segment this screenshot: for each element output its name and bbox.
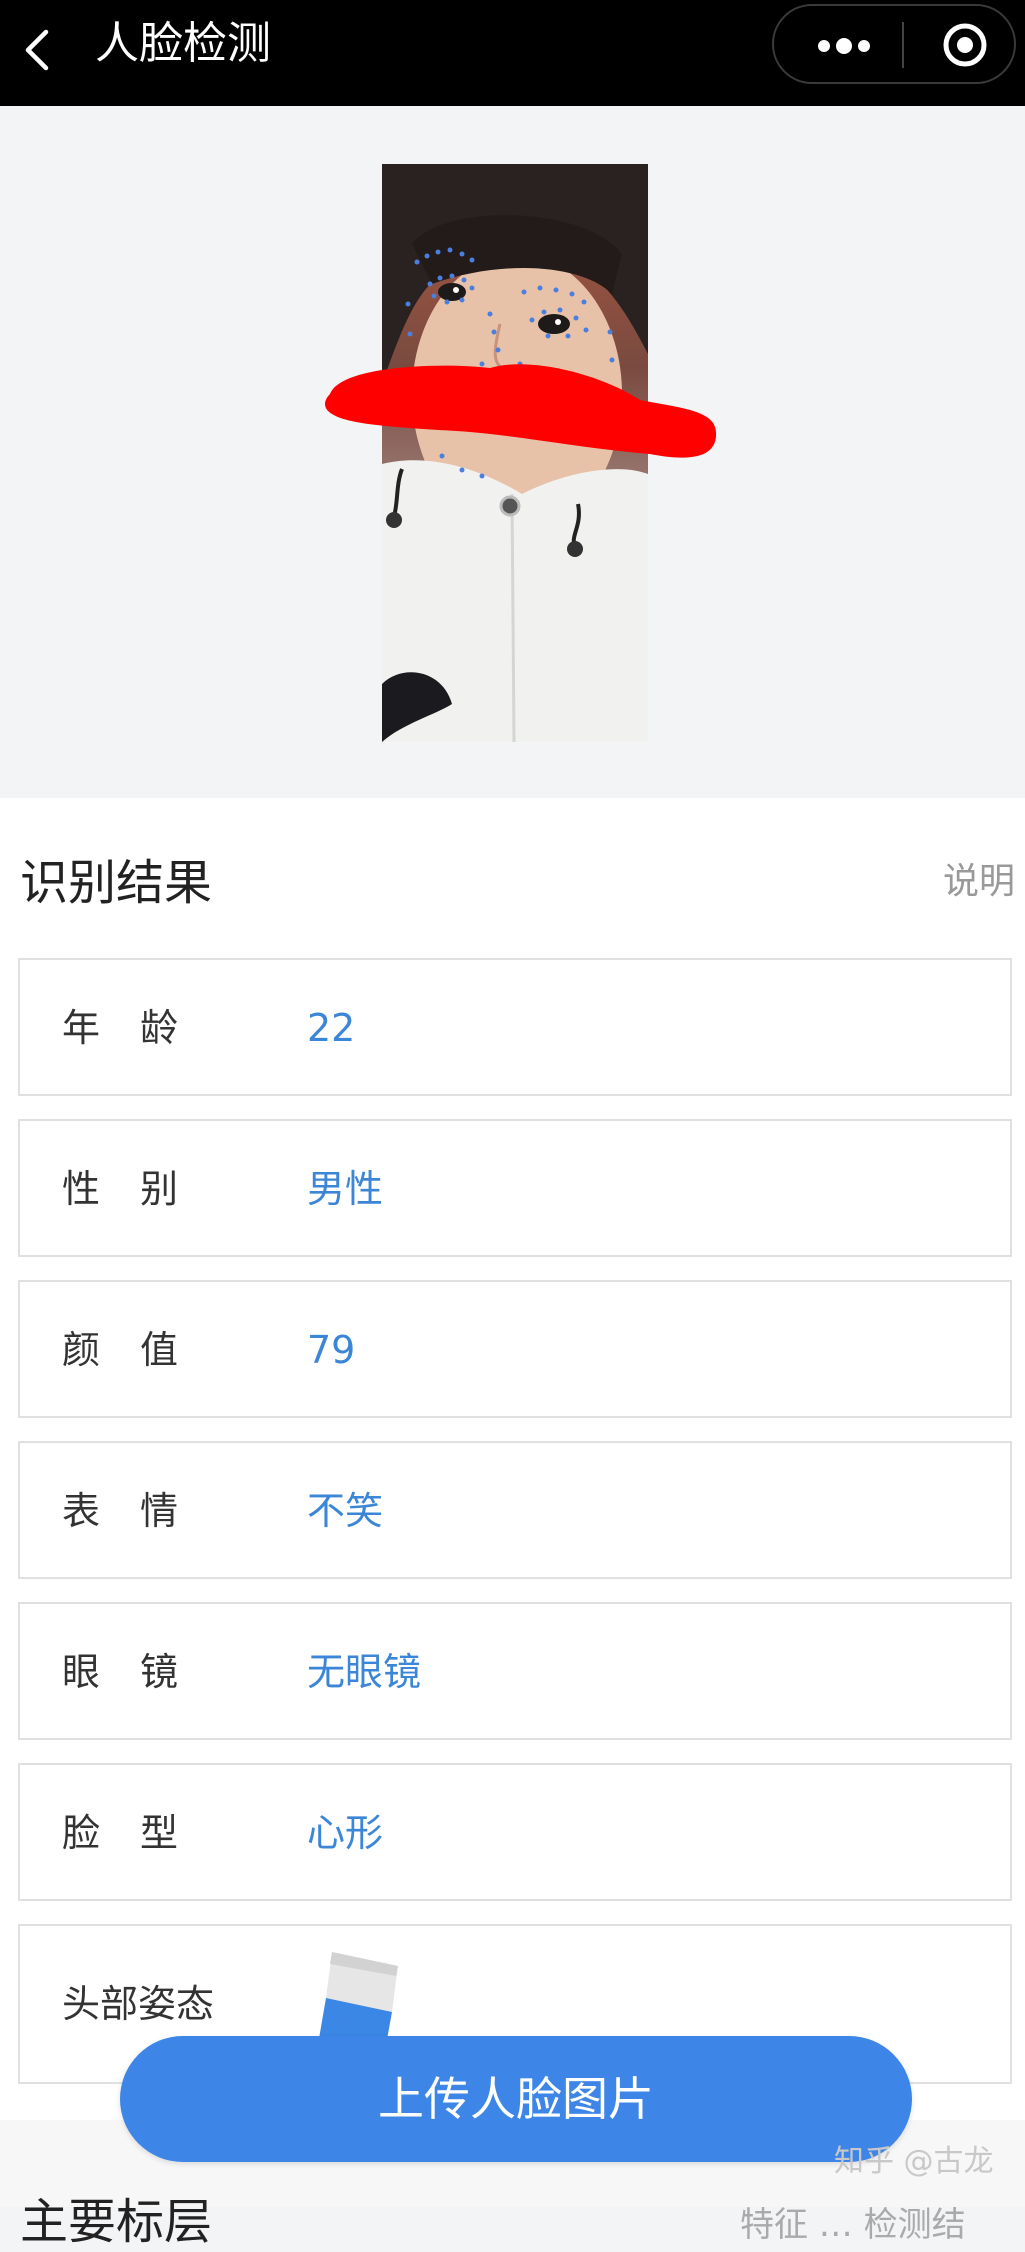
row-value: 男性 (307, 1167, 384, 1211)
next-section-title: 主要标层 (20, 2194, 213, 2250)
photo-area (0, 106, 1025, 798)
row-label: 表 情 (62, 1489, 178, 1533)
row-label: 年 龄 (62, 1006, 178, 1050)
row-label: 头部姿态 (62, 1982, 215, 2026)
result-row-expression: 表 情 不笑 (18, 1441, 1012, 1579)
navigation-bar: 人脸检测 (0, 0, 1025, 106)
row-value: 22 (307, 1006, 356, 1050)
row-value: 不笑 (307, 1489, 384, 1533)
section-title: 识别结果 (20, 855, 213, 911)
row-value: 心形 (307, 1811, 384, 1855)
row-value: 无眼镜 (307, 1650, 422, 1694)
back-arrow-icon[interactable] (18, 20, 58, 80)
result-row-age: 年 龄 22 (18, 958, 1012, 1096)
row-label: 颜 值 (62, 1328, 178, 1372)
result-row-face-shape: 脸 型 心形 (18, 1763, 1012, 1901)
result-row-gender: 性 别 男性 (18, 1119, 1012, 1257)
result-section: 识别结果 说明 年 龄 22 性 别 男性 颜 值 79 表 情 不笑 眼 镜 (0, 798, 1025, 2120)
row-value: 79 (307, 1328, 356, 1372)
miniprogram-capsule (772, 4, 1016, 84)
row-label: 性 别 (62, 1167, 178, 1211)
upload-face-image-button[interactable]: 上传人脸图片 (120, 2036, 912, 2162)
capsule-divider (902, 22, 904, 68)
more-dots-icon[interactable] (814, 32, 874, 60)
result-row-glasses: 眼 镜 无眼镜 (18, 1602, 1012, 1740)
next-section-link: 特征 … 检测结 (740, 2205, 966, 2245)
page-title: 人脸检测 (95, 18, 271, 69)
watermark: 知乎 @古龙 (834, 2144, 994, 2179)
row-label: 脸 型 (62, 1811, 178, 1855)
close-miniprogram-icon[interactable] (940, 20, 990, 70)
result-row-beauty: 颜 值 79 (18, 1280, 1012, 1418)
help-link[interactable]: 说明 (943, 854, 1015, 910)
row-label: 眼 镜 (62, 1650, 178, 1694)
redaction-mark (325, 364, 717, 458)
